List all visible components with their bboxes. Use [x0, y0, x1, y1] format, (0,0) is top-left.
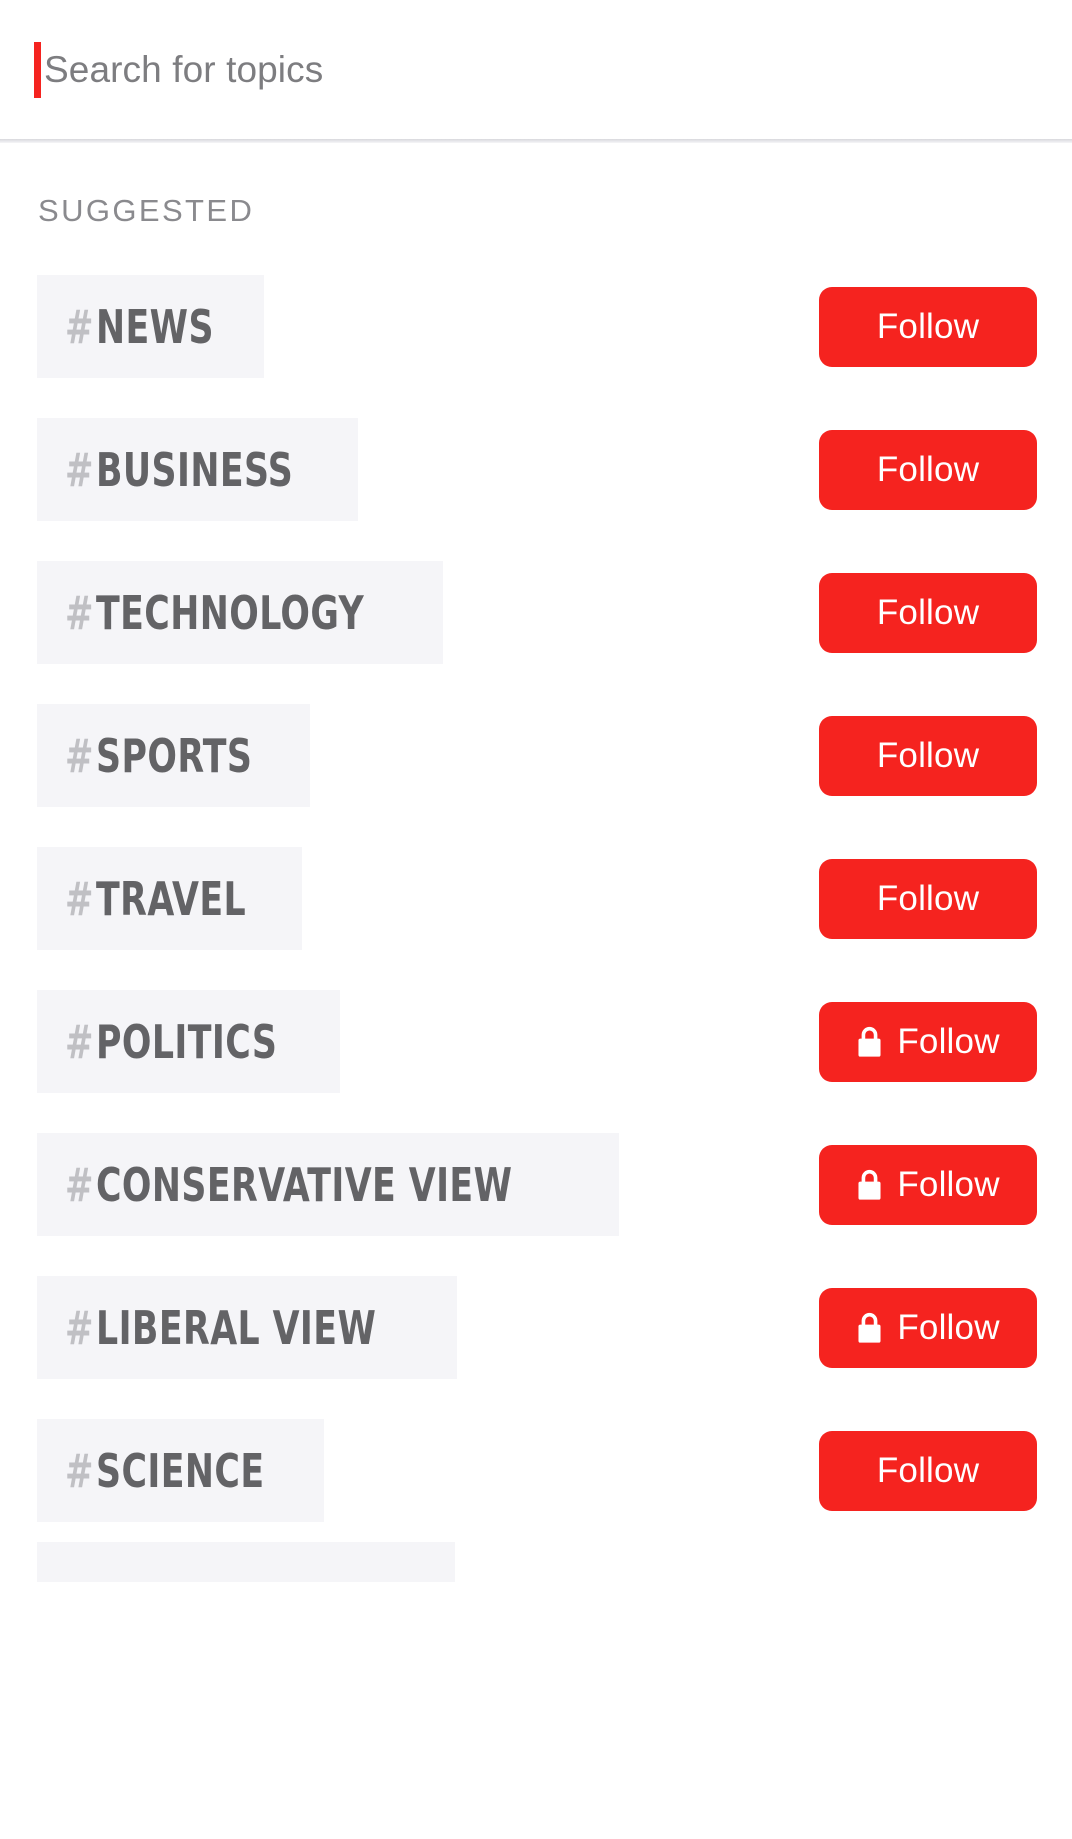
search-bar[interactable]: Search for topics — [0, 0, 1072, 139]
section-title-suggested: SUGGESTED — [38, 193, 255, 228]
topic-name: TRAVEL — [95, 871, 246, 926]
topic-chip[interactable]: # POLITICS — [37, 990, 340, 1093]
topic-row[interactable]: # CONSERVATIVE VIEW Follow — [0, 1113, 1072, 1256]
topic-row[interactable]: # SCIENCE Follow — [0, 1399, 1072, 1542]
follow-button-label: Follow — [876, 736, 980, 775]
topic-chip-partial[interactable] — [37, 1542, 455, 1582]
topic-row[interactable]: # BUSINESS Follow — [0, 398, 1072, 541]
hash-symbol: # — [65, 442, 94, 497]
follow-button[interactable]: Follow — [819, 429, 1037, 510]
follow-button[interactable]: Follow — [819, 715, 1037, 796]
topic-name: TECHNOLOGY — [95, 585, 364, 640]
hash-symbol: # — [65, 871, 94, 926]
lock-icon — [858, 1312, 881, 1343]
follow-button[interactable]: Follow — [819, 286, 1037, 367]
lock-icon — [858, 1026, 881, 1057]
hash-symbol: # — [65, 1014, 94, 1069]
hash-symbol: # — [65, 585, 94, 640]
topic-chip[interactable]: # BUSINESS — [37, 418, 359, 521]
topic-chip[interactable]: # NEWS — [37, 275, 265, 378]
topic-name: LIBERAL VIEW — [95, 1300, 376, 1355]
topic-chip[interactable]: # LIBERAL VIEW — [37, 1276, 458, 1379]
follow-button[interactable]: Follow — [819, 1287, 1037, 1368]
topic-row[interactable]: # POLITICS Follow — [0, 970, 1072, 1113]
header-divider — [0, 139, 1072, 143]
topic-chip[interactable]: # CONSERVATIVE VIEW — [37, 1133, 620, 1236]
hash-symbol: # — [65, 299, 94, 354]
topic-row[interactable]: # TRAVEL Follow — [0, 827, 1072, 970]
topic-row[interactable]: # SPORTS Follow — [0, 684, 1072, 827]
follow-button-label: Follow — [876, 593, 980, 632]
follow-button[interactable]: Follow — [819, 1001, 1037, 1082]
follow-button[interactable]: Follow — [819, 1144, 1037, 1225]
follow-button[interactable]: Follow — [819, 1430, 1037, 1511]
topic-row[interactable]: # TECHNOLOGY Follow — [0, 541, 1072, 684]
topic-name: SPORTS — [95, 728, 253, 783]
follow-button-label: Follow — [876, 879, 980, 918]
topic-chip[interactable]: # SPORTS — [37, 704, 310, 807]
lock-icon — [858, 1169, 881, 1200]
topic-name: CONSERVATIVE VIEW — [95, 1157, 513, 1212]
follow-button[interactable]: Follow — [819, 572, 1037, 653]
follow-button-label: Follow — [876, 1451, 980, 1490]
suggested-topic-list: # NEWS Follow # BUSINESS Follow # TECHNOLOGY Fol… — [0, 255, 1072, 1542]
topic-name: POLITICS — [95, 1014, 278, 1069]
hash-symbol: # — [65, 1157, 94, 1212]
topic-row[interactable]: # LIBERAL VIEW Follow — [0, 1256, 1072, 1399]
search-field[interactable]: Search for topics — [34, 39, 323, 101]
topic-name: BUSINESS — [95, 442, 293, 497]
search-placeholder: Search for topics — [44, 48, 324, 90]
text-caret — [34, 41, 41, 98]
follow-button-label: Follow — [897, 1308, 1000, 1347]
hash-symbol: # — [65, 1443, 94, 1498]
hash-symbol: # — [65, 728, 94, 783]
follow-button-label: Follow — [876, 307, 980, 346]
topic-chip[interactable]: # SCIENCE — [37, 1419, 325, 1522]
follow-button-label: Follow — [876, 450, 980, 489]
topic-row-partial[interactable] — [0, 1542, 1072, 1582]
topic-name: NEWS — [95, 299, 214, 354]
topic-row[interactable]: # NEWS Follow — [0, 255, 1072, 398]
topic-chip[interactable]: # TRAVEL — [37, 847, 303, 950]
follow-button-label: Follow — [897, 1022, 1000, 1061]
follow-button-label: Follow — [897, 1165, 1000, 1204]
topic-name: SCIENCE — [95, 1443, 265, 1498]
hash-symbol: # — [65, 1300, 94, 1355]
topic-chip[interactable]: # TECHNOLOGY — [37, 561, 443, 664]
follow-button[interactable]: Follow — [819, 858, 1037, 939]
